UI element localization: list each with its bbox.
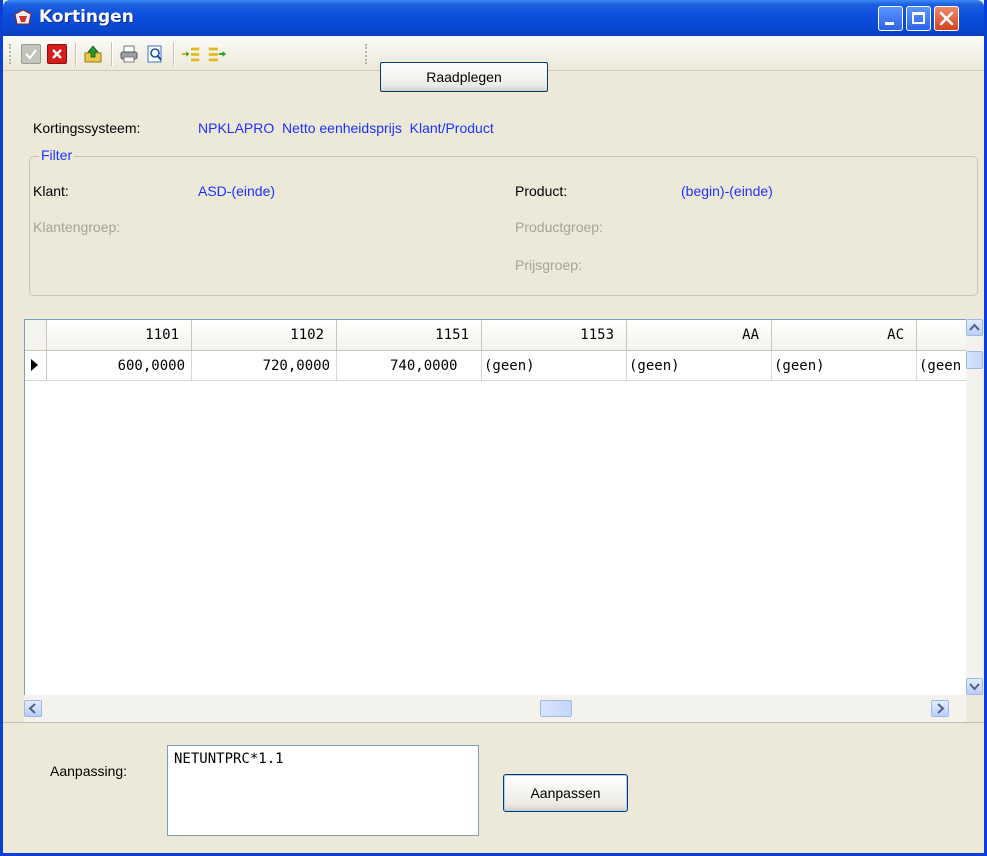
row-header-corner — [25, 320, 47, 351]
table-cell[interactable]: 740,0000 — [337, 351, 482, 381]
vertical-scrollbar[interactable] — [966, 319, 983, 695]
current-row-arrow-icon — [31, 359, 38, 371]
table-cell[interactable]: (geen) — [482, 351, 627, 381]
column-header[interactable]: 1101 — [47, 320, 192, 351]
column-header[interactable]: 1153 — [482, 320, 627, 351]
column-header[interactable]: 1102 — [192, 320, 337, 351]
table-cell[interactable]: (geen) — [627, 351, 772, 381]
toolbar-grip[interactable] — [9, 44, 14, 64]
kortingssysteem-value: NPKLAPRO Netto eenheidsprijs Klant/Produ… — [198, 120, 494, 136]
product-label: Product: — [515, 183, 568, 199]
klant-label: Klant: — [33, 183, 69, 199]
kortingen-grid[interactable]: 1101 1102 1151 1153 AA AC 600,0000 720,0… — [24, 319, 967, 696]
toolbar-separator — [75, 42, 77, 66]
klant-value[interactable]: ASD-(einde) — [198, 183, 275, 199]
print-preview-icon[interactable] — [145, 44, 165, 64]
scroll-left-button[interactable] — [24, 700, 42, 717]
aanpassing-label: Aanpassing: — [50, 763, 128, 779]
toolbar-separator — [111, 42, 113, 66]
scroll-down-button[interactable] — [966, 678, 983, 695]
column-header[interactable] — [917, 320, 967, 351]
check-icon[interactable] — [21, 44, 41, 64]
column-header[interactable]: 1151 — [337, 320, 482, 351]
cancel-icon[interactable] — [47, 44, 67, 64]
scrollbar-corner — [966, 695, 983, 722]
toolbar-separator — [173, 42, 175, 66]
product-value[interactable]: (begin)-(einde) — [681, 183, 773, 199]
filter-legend: Filter — [39, 147, 75, 163]
aanpassing-input[interactable]: NETUNTPRC*1.1 — [167, 745, 479, 836]
aanpassen-button[interactable]: Aanpassen — [503, 774, 628, 812]
vertical-scroll-thumb[interactable] — [966, 351, 983, 369]
printer-icon[interactable] — [119, 44, 139, 64]
productgroep-label: Productgroep: — [515, 219, 603, 235]
toolbar-grip[interactable] — [365, 44, 370, 64]
horizontal-scrollbar[interactable] — [24, 695, 966, 722]
table-cell[interactable]: 720,0000 — [192, 351, 337, 381]
column-header[interactable]: AA — [627, 320, 772, 351]
table-cell[interactable]: (geen) — [772, 351, 917, 381]
export-icon[interactable] — [83, 44, 103, 64]
row-indicator[interactable] — [25, 351, 47, 381]
window-title: Kortingen — [39, 7, 134, 27]
minimize-icon — [885, 22, 894, 25]
filter-group — [29, 156, 978, 296]
kortingen-window: Kortingen Raadplegen Kortingssysteem: NP… — [0, 0, 987, 856]
arrow-left-icon — [28, 703, 36, 714]
collapse-icon[interactable] — [207, 44, 227, 64]
raadplegen-button[interactable]: Raadplegen — [380, 62, 548, 92]
arrow-up-icon — [969, 323, 980, 331]
arrow-down-icon — [969, 683, 980, 691]
footer-divider — [3, 722, 984, 723]
maximize-button[interactable] — [906, 6, 931, 31]
table-cell[interactable]: 600,0000 — [47, 351, 192, 381]
column-header[interactable]: AC — [772, 320, 917, 351]
minimize-button[interactable] — [878, 6, 903, 31]
kortingen-app-icon — [14, 9, 32, 25]
kortingssysteem-label: Kortingssysteem: — [33, 120, 141, 136]
scroll-up-button[interactable] — [966, 319, 983, 336]
prijsgroep-label: Prijsgroep: — [515, 257, 582, 273]
table-cell[interactable]: (geen — [917, 351, 967, 381]
klantengroep-label: Klantengroep: — [33, 219, 121, 235]
close-icon — [939, 11, 954, 26]
title-bar[interactable]: Kortingen — [3, 0, 984, 36]
maximize-icon — [912, 12, 925, 24]
scroll-right-button[interactable] — [931, 700, 949, 717]
close-button[interactable] — [934, 6, 959, 31]
horizontal-scroll-thumb[interactable] — [540, 700, 572, 717]
expand-icon[interactable] — [181, 44, 201, 64]
arrow-right-icon — [937, 703, 945, 714]
